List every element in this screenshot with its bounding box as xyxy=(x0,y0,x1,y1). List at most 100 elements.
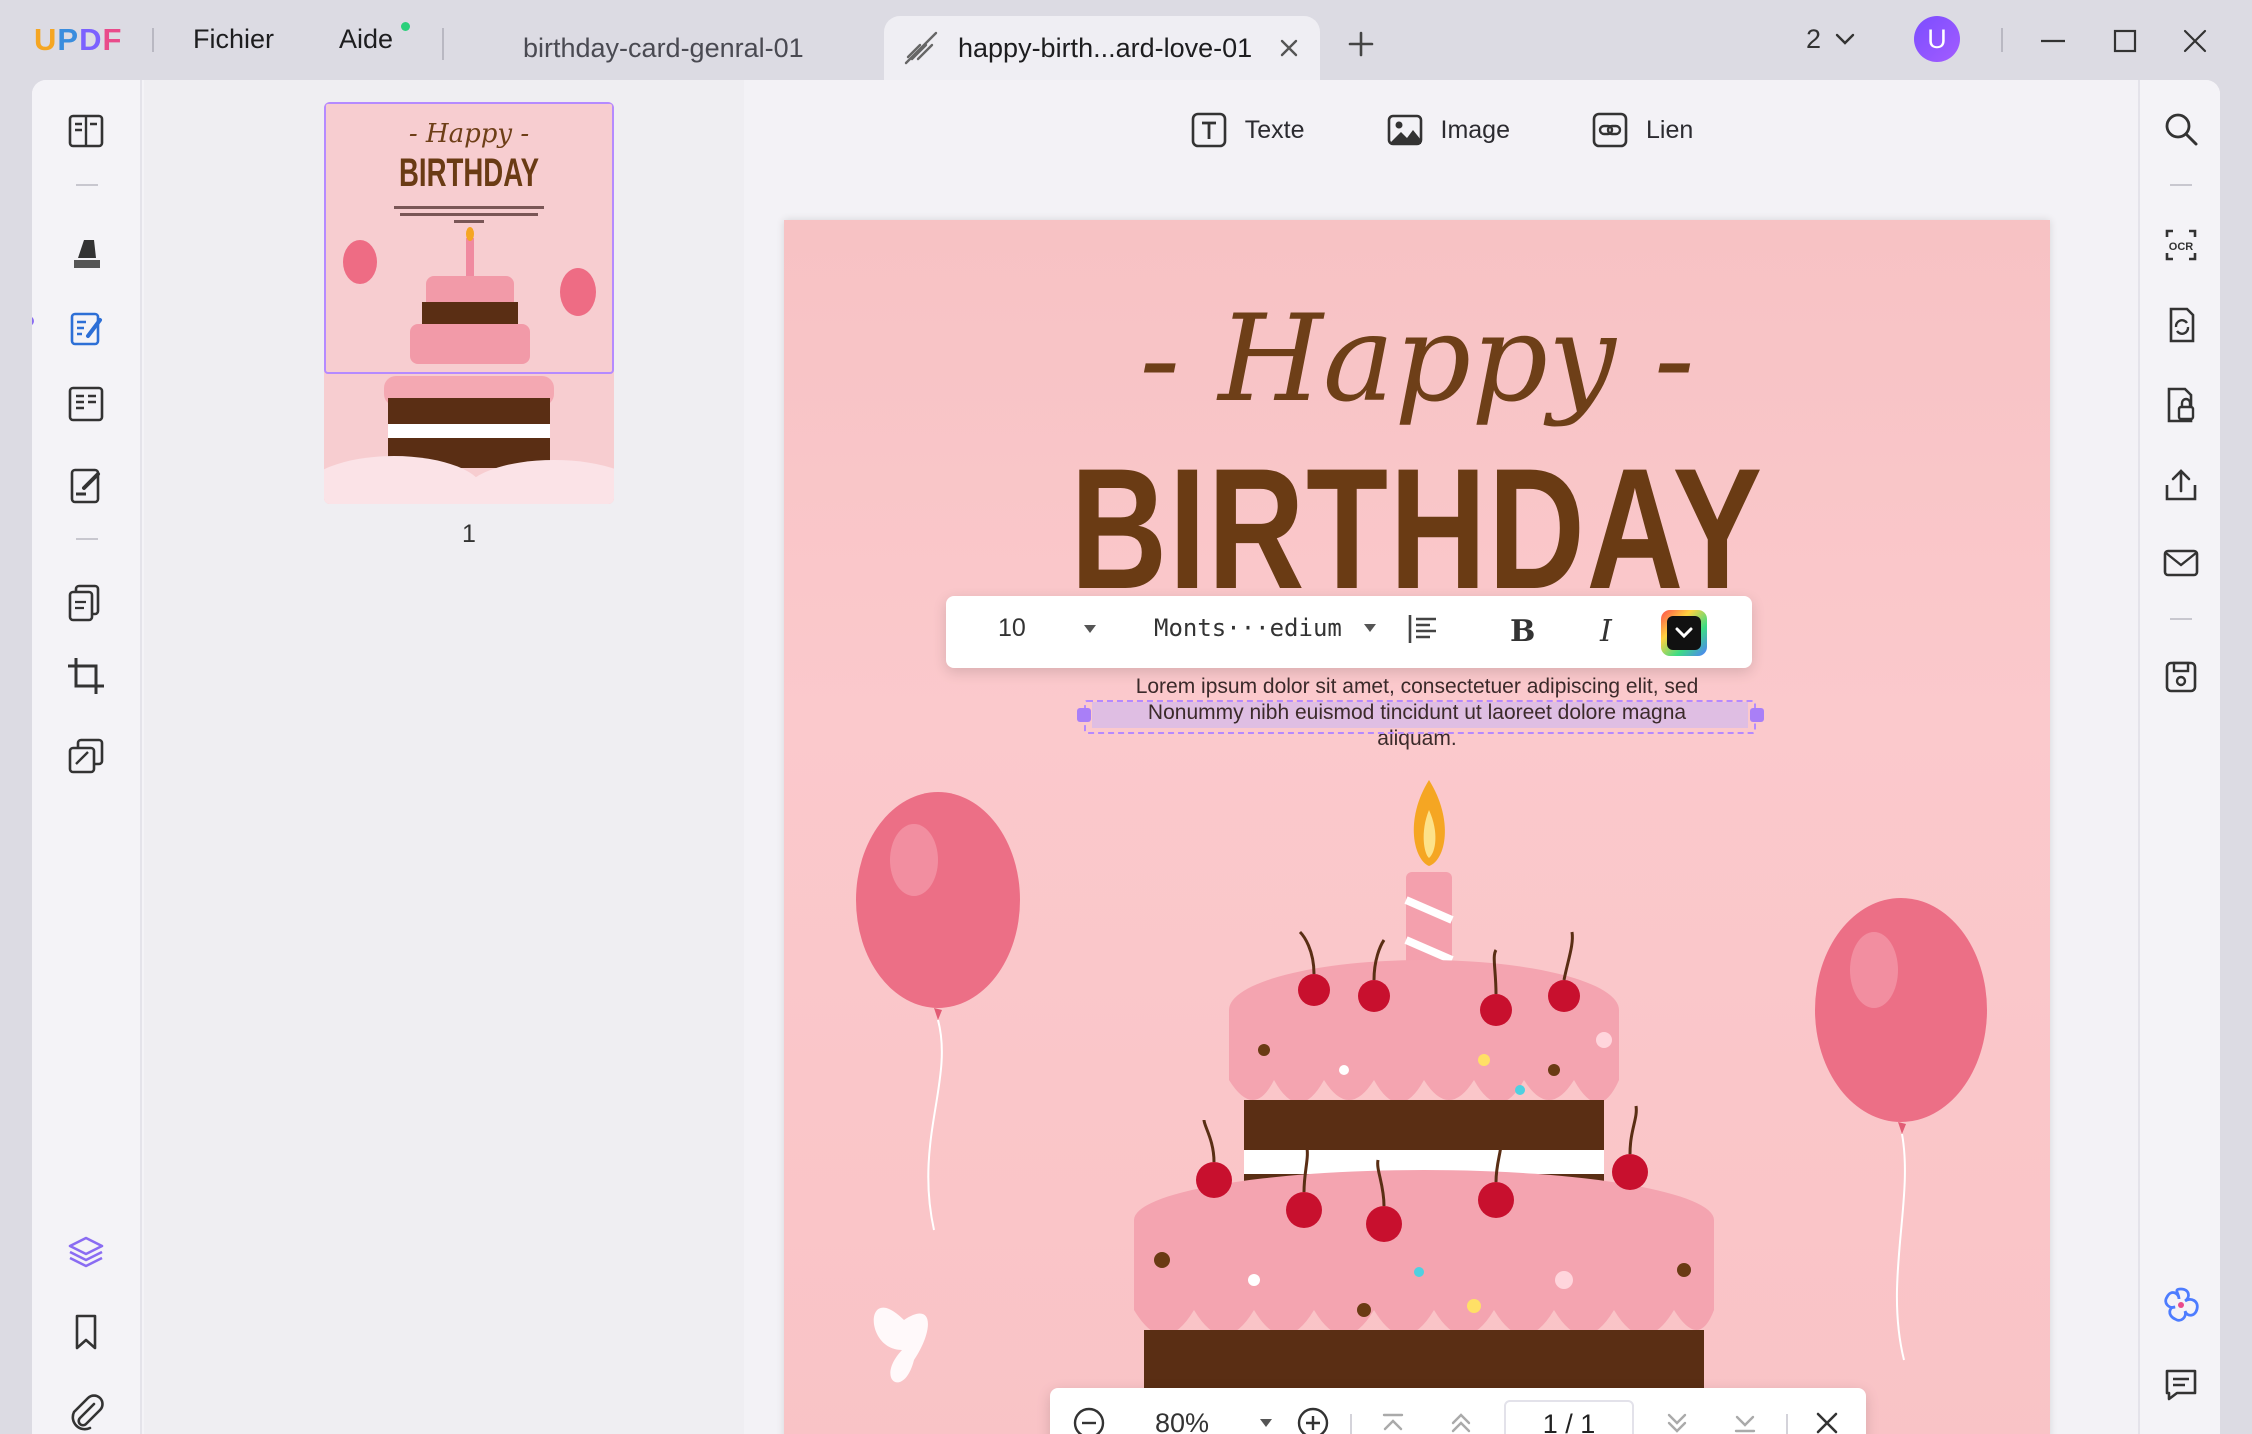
ai-assistant-icon[interactable] xyxy=(2156,1280,2206,1330)
add-text-button[interactable]: Texte xyxy=(1189,110,1305,150)
add-text-label: Texte xyxy=(1244,115,1305,144)
comment-highlighter-icon[interactable] xyxy=(60,226,112,278)
page-organize-icon[interactable] xyxy=(60,378,112,430)
crop-icon[interactable] xyxy=(60,650,112,702)
divider xyxy=(2001,28,2003,52)
next-page-button[interactable] xyxy=(1652,1388,1702,1434)
previous-page-button[interactable] xyxy=(1436,1388,1486,1434)
thumbnail-preview: - Happy - BIRTHDAY xyxy=(324,102,614,504)
menu-file[interactable]: Fichier xyxy=(193,24,274,55)
chevron-down-icon[interactable] xyxy=(1832,26,1858,52)
new-tab-icon[interactable] xyxy=(1343,26,1379,62)
first-page-button[interactable] xyxy=(1368,1388,1418,1434)
thumbnail-page-number: 1 xyxy=(462,520,476,548)
italic-button[interactable]: I xyxy=(1600,614,1612,649)
save-icon[interactable] xyxy=(2156,652,2206,702)
share-icon[interactable] xyxy=(2156,460,2206,510)
divider xyxy=(442,28,444,60)
svg-text:BIRTHDAY: BIRTHDAY xyxy=(399,151,539,195)
page-number-input[interactable]: 1 / 1 xyxy=(1504,1400,1634,1434)
zoom-out-icon xyxy=(1073,1407,1105,1434)
edit-pdf-icon[interactable] xyxy=(60,302,112,354)
zoom-navigation-bar: 80% 1 / 1 xyxy=(1050,1388,1866,1434)
last-page-button[interactable] xyxy=(1720,1388,1770,1434)
add-image-button[interactable]: Image xyxy=(1385,110,1510,150)
dropdown-arrow-icon xyxy=(1260,1419,1272,1427)
left-toolbar xyxy=(32,80,142,1434)
align-left-button[interactable] xyxy=(1406,612,1440,646)
workspace: - Happy - BIRTHDAY 1 Texte Image Lien - … xyxy=(32,80,2220,1434)
align-left-icon xyxy=(1408,615,1436,643)
avatar[interactable]: U xyxy=(1914,16,1960,62)
last-page-icon xyxy=(1734,1415,1756,1433)
next-page-icon xyxy=(1667,1413,1687,1433)
font-size-value: 10 xyxy=(998,614,1026,642)
card-text-line-1: Lorem ipsum dolor sit amet, consectetuer… xyxy=(1135,675,1699,698)
edit-toolbar: Texte Image Lien xyxy=(744,80,2138,180)
reader-icon[interactable] xyxy=(60,106,112,158)
title-bar: UPDF Fichier Aide birthday-card-genral-0… xyxy=(0,0,2252,80)
font-family-value: Monts···edium xyxy=(1154,614,1342,642)
divider xyxy=(2170,184,2192,186)
pdf-page: - Happy - BIRTHDAY Lorem ipsum dolor sit… xyxy=(784,220,2050,1434)
svg-text:- Happy -: - Happy - xyxy=(409,119,529,149)
text-tool-icon xyxy=(1191,112,1227,148)
maximize-icon[interactable] xyxy=(2108,24,2142,58)
bookmark-icon[interactable] xyxy=(60,1306,112,1358)
protect-icon[interactable] xyxy=(2156,380,2206,430)
layers-icon[interactable] xyxy=(60,1226,112,1278)
ocr-icon[interactable]: OCR xyxy=(2156,220,2206,270)
tab-happy-birthday-card-love[interactable]: happy-birth...ard-love-01 xyxy=(884,16,1320,80)
add-link-button[interactable]: Lien xyxy=(1590,110,1693,150)
close-window-icon[interactable] xyxy=(2178,24,2212,58)
right-toolbar: OCR xyxy=(2138,80,2220,1434)
add-image-label: Image xyxy=(1440,115,1510,144)
close-icon xyxy=(1816,1412,1838,1434)
close-tab-icon[interactable] xyxy=(1274,33,1304,63)
minimize-icon[interactable] xyxy=(2036,24,2070,58)
convert-icon[interactable] xyxy=(2156,300,2206,350)
menu-help[interactable]: Aide xyxy=(339,24,393,55)
divider xyxy=(152,28,154,52)
notification-dot xyxy=(401,22,410,31)
zoom-dropdown-button[interactable] xyxy=(1246,1388,1286,1434)
previous-page-icon xyxy=(1451,1413,1471,1433)
card-happy-heading: - Happy - xyxy=(1139,290,1695,429)
add-link-label: Lien xyxy=(1645,115,1694,144)
search-icon[interactable] xyxy=(2156,104,2206,154)
page-tools-icon[interactable] xyxy=(60,730,112,782)
document-area: Texte Image Lien - Happy - BIRTHDAY Lore… xyxy=(744,80,2138,1434)
divider xyxy=(76,538,98,540)
zoom-level[interactable]: 80% xyxy=(1122,1388,1242,1434)
fill-sign-icon[interactable] xyxy=(60,460,112,512)
color-picker-icon xyxy=(1661,610,1707,656)
tab-birthday-card-genral[interactable]: birthday-card-genral-01 xyxy=(523,16,804,80)
text-color-button[interactable] xyxy=(1660,609,1708,657)
zoom-out-button[interactable] xyxy=(1064,1388,1114,1434)
divider xyxy=(2170,618,2192,620)
active-indicator xyxy=(32,316,34,326)
first-page-icon xyxy=(1382,1413,1404,1431)
resize-handle-left[interactable] xyxy=(1077,708,1091,722)
divider xyxy=(76,184,98,186)
comments-icon[interactable] xyxy=(2156,1360,2206,1410)
window-count[interactable]: 2 xyxy=(1806,24,1821,55)
page-thumbnail[interactable]: - Happy - BIRTHDAY xyxy=(324,102,614,504)
font-family-select[interactable]: Monts···edium xyxy=(1154,614,1378,642)
text-format-toolbar: 10 Monts···edium B I xyxy=(946,596,1752,668)
divider xyxy=(1350,1414,1352,1434)
zoom-in-button[interactable] xyxy=(1288,1388,1338,1434)
organize-pages-icon[interactable] xyxy=(60,576,112,628)
updf-logo: UPDF xyxy=(34,22,123,57)
thumbnail-panel: - Happy - BIRTHDAY 1 xyxy=(144,80,744,1434)
bold-button[interactable]: B xyxy=(1510,614,1535,649)
close-navigation-button[interactable] xyxy=(1802,1388,1852,1434)
attachment-icon[interactable] xyxy=(60,1386,112,1434)
resize-handle-right[interactable] xyxy=(1750,708,1764,722)
svg-text:OCR: OCR xyxy=(2169,241,2194,253)
font-size-select[interactable]: 10 xyxy=(998,614,1098,643)
email-icon[interactable] xyxy=(2156,538,2206,588)
text-edit-box[interactable] xyxy=(1084,700,1756,734)
dropdown-arrow-icon xyxy=(1083,624,1096,633)
edit-mode-icon xyxy=(904,31,938,65)
